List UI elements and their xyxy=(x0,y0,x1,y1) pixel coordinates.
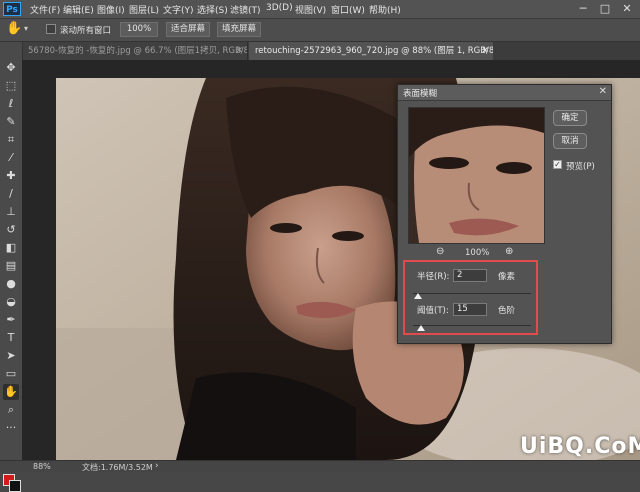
brush-tool-icon[interactable]: / xyxy=(3,186,19,202)
radius-slider-track[interactable] xyxy=(413,293,531,294)
more-tools-icon[interactable]: ··· xyxy=(3,420,19,436)
fit-screen-button[interactable]: 适合屏幕 xyxy=(166,22,210,37)
threshold-slider-track[interactable] xyxy=(413,325,531,326)
tool-preset-dropdown-icon[interactable]: ▾ xyxy=(24,24,28,33)
preview-zoom-value: 100% xyxy=(465,248,490,258)
close-icon[interactable]: ✕ xyxy=(599,86,607,97)
eyedropper-tool-icon[interactable]: ⁄ xyxy=(3,150,19,166)
pen-tool-icon[interactable]: ✒ xyxy=(3,312,19,328)
radius-label: 半径(R): xyxy=(417,272,450,282)
surface-blur-dialog: 表面模糊 ✕ 确定 取消 ✓ 预览(P) ⊖ 100% ⊕ 半径(R): 2 像… xyxy=(397,84,612,344)
threshold-slider-thumb[interactable] xyxy=(417,325,425,331)
close-tab-icon[interactable]: ✕ xyxy=(481,42,489,60)
menu-3d[interactable]: 3D(D) xyxy=(266,3,293,13)
dialog-titlebar[interactable]: 表面模糊 ✕ xyxy=(398,85,611,101)
rectangle-tool-icon[interactable]: ▭ xyxy=(3,366,19,382)
zoom-out-icon[interactable]: ⊖ xyxy=(436,246,444,257)
tools-panel: ✥ ⬚ ℓ ✎ ⌗ ⁄ ✚ / ⊥ ↺ ◧ ▤ ● ◒ ✒ T ➤ ▭ ✋ ⌕ … xyxy=(0,42,23,492)
menu-view[interactable]: 视图(V) xyxy=(295,3,326,16)
menu-layer[interactable]: 图层(L) xyxy=(129,3,159,16)
menu-file[interactable]: 文件(F) xyxy=(30,3,60,16)
marquee-tool-icon[interactable]: ⬚ xyxy=(3,78,19,94)
menu-filter[interactable]: 滤镜(T) xyxy=(230,3,261,16)
type-tool-icon[interactable]: T xyxy=(3,330,19,346)
background-color-swatch[interactable] xyxy=(9,480,21,492)
dodge-tool-icon[interactable]: ◒ xyxy=(3,294,19,310)
threshold-unit: 色阶 xyxy=(498,306,516,316)
tab-document-1[interactable]: 56780-恢复的 -恢复的.jpg @ 66.7% (图层1拷贝, RGB/8… xyxy=(22,42,248,60)
quick-selection-tool-icon[interactable]: ✎ xyxy=(3,114,19,130)
status-doc-size: 文档:1.76M/3.52M xyxy=(82,463,153,472)
tab-title: retouching-2572963_960_720.jpg @ 88% (图层… xyxy=(255,46,493,56)
gradient-tool-icon[interactable]: ▤ xyxy=(3,258,19,274)
move-tool-icon[interactable]: ✥ xyxy=(3,60,19,76)
watermark: UiBQ.CoM xyxy=(520,434,640,459)
preview-checkbox[interactable]: ✓ xyxy=(553,160,562,169)
menu-bar: Ps 文件(F) 编辑(E) 图像(I) 图层(L) 文字(Y) 选择(S) 滤… xyxy=(0,0,640,19)
maximize-icon[interactable]: □ xyxy=(594,2,616,16)
scroll-all-windows-checkbox[interactable] xyxy=(46,24,56,34)
menu-edit[interactable]: 编辑(E) xyxy=(63,3,94,16)
radius-slider-thumb[interactable] xyxy=(414,293,422,299)
minimize-icon[interactable]: ─ xyxy=(572,2,594,16)
threshold-input[interactable]: 15 xyxy=(453,303,487,316)
hand-tool-icon: ✋ xyxy=(6,21,23,36)
status-zoom[interactable]: 88% xyxy=(33,462,51,471)
crop-tool-icon[interactable]: ⌗ xyxy=(3,132,19,148)
preview-image xyxy=(409,108,544,243)
clone-stamp-tool-icon[interactable]: ⊥ xyxy=(3,204,19,220)
menu-type[interactable]: 文字(Y) xyxy=(163,3,194,16)
close-tab-icon[interactable]: ✕ xyxy=(235,42,243,60)
menu-image[interactable]: 图像(I) xyxy=(97,3,125,16)
status-menu-arrow-icon[interactable]: › xyxy=(155,461,159,471)
status-bar: 88% 文档:1.76M/3.52M › xyxy=(0,460,640,472)
menu-select[interactable]: 选择(S) xyxy=(197,3,228,16)
path-selection-tool-icon[interactable]: ➤ xyxy=(3,348,19,364)
zoom-tool-icon[interactable]: ⌕ xyxy=(3,402,19,418)
radius-input[interactable]: 2 xyxy=(453,269,487,282)
filter-preview-window[interactable] xyxy=(408,107,545,244)
options-bar: ✋ ▾ 滚动所有窗口 100% 适合屏幕 填充屏幕 xyxy=(0,19,640,42)
scroll-all-windows-label: 滚动所有窗口 xyxy=(60,26,112,36)
blur-tool-icon[interactable]: ● xyxy=(3,276,19,292)
healing-brush-tool-icon[interactable]: ✚ xyxy=(3,168,19,184)
menu-help[interactable]: 帮助(H) xyxy=(369,3,401,16)
ok-button[interactable]: 确定 xyxy=(553,110,587,126)
history-brush-tool-icon[interactable]: ↺ xyxy=(3,222,19,238)
threshold-label: 阈值(T): xyxy=(417,306,449,316)
dialog-title: 表面模糊 xyxy=(403,89,438,99)
photoshop-logo-icon: Ps xyxy=(3,2,21,16)
hand-tool-icon[interactable]: ✋ xyxy=(3,384,19,400)
tab-document-2[interactable]: retouching-2572963_960_720.jpg @ 88% (图层… xyxy=(249,42,493,60)
tab-title: 56780-恢复的 -恢复的.jpg @ 66.7% (图层1拷贝, RGB/8… xyxy=(28,46,248,56)
parameters-highlight-box: 半径(R): 2 像素 阈值(T): 15 色阶 xyxy=(403,260,538,335)
zoom-100-button[interactable]: 100% xyxy=(120,22,158,37)
radius-unit: 像素 xyxy=(498,272,516,282)
preview-checkbox-label: 预览(P) xyxy=(566,162,595,172)
menu-window[interactable]: 窗口(W) xyxy=(331,3,365,16)
zoom-in-icon[interactable]: ⊕ xyxy=(505,246,513,257)
lasso-tool-icon[interactable]: ℓ xyxy=(3,96,19,112)
cancel-button[interactable]: 取消 xyxy=(553,133,587,149)
close-window-icon[interactable]: ✕ xyxy=(616,2,638,16)
fill-screen-button[interactable]: 填充屏幕 xyxy=(217,22,261,37)
eraser-tool-icon[interactable]: ◧ xyxy=(3,240,19,256)
document-tab-bar: 56780-恢复的 -恢复的.jpg @ 66.7% (图层1拷贝, RGB/8… xyxy=(22,42,640,60)
